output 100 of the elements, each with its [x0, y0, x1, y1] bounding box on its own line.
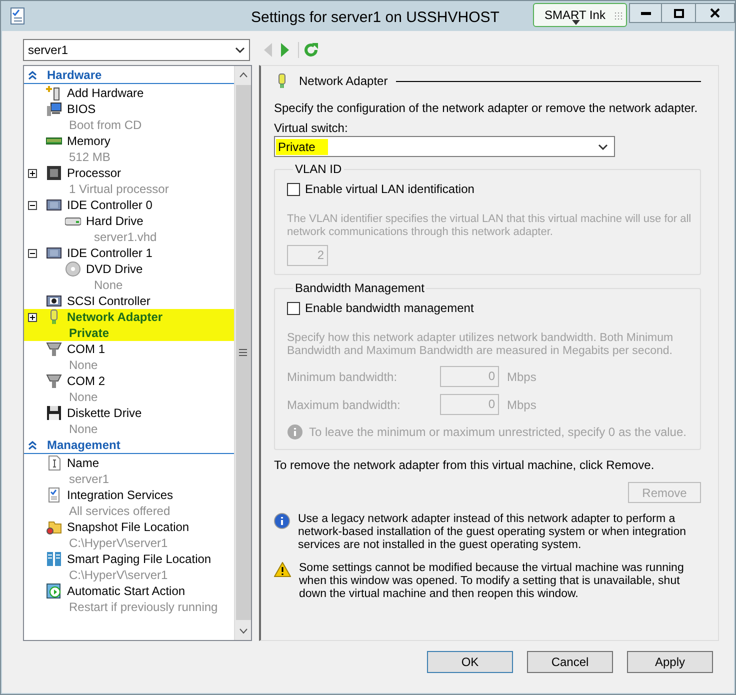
bandwidth-description: Specify how this network adapter utilizes network bandwidth. Both Minimum Bandwidth and Maximum Bandwidth are measured in Megabits per second. — [287, 332, 674, 358]
remove-text: To remove the network adapter from this virtual machine, click Remove. — [274, 457, 656, 474]
section-title: Hardware — [47, 67, 102, 84]
info-icon — [274, 513, 290, 529]
vlan-description: The VLAN identifier specifies the virtual LAN that this virtual machine will use for all network communications through this network adapter. — [287, 213, 692, 239]
tree-item[interactable]: Automatic Start Action Restart if previously running — [24, 583, 234, 615]
warning-icon — [274, 562, 291, 577]
tree-item[interactable]: SCSI Controller — [24, 293, 234, 309]
tree-item[interactable]: DVD Drive None — [24, 261, 234, 293]
item-label: Network Adapter — [67, 309, 163, 326]
section-title: Management — [47, 437, 120, 454]
item-label: COM 2 — [67, 373, 106, 390]
item-detail: Restart if previously running — [69, 599, 218, 616]
item-detail: 1 Virtual processor — [69, 181, 169, 198]
tree-item[interactable]: Smart Paging File Location C:\HyperV\server1 — [24, 551, 234, 583]
item-label: COM 1 — [67, 341, 106, 358]
close-button[interactable] — [695, 3, 735, 23]
tree-item[interactable]: BIOS Boot from CD — [24, 101, 234, 133]
item-detail: Boot from CD — [69, 117, 142, 134]
item-detail: None — [94, 277, 123, 294]
field-label: Minimum bandwidth: — [287, 368, 398, 386]
dialog-button[interactable]: Apply — [627, 651, 713, 673]
close-icon — [710, 8, 720, 18]
text-document-icon — [46, 455, 62, 471]
tree-item[interactable]: Network Adapter Private — [24, 309, 234, 341]
item-detail: None — [69, 357, 98, 374]
section-header[interactable]: Hardware — [24, 67, 234, 84]
chevron-down-icon — [235, 47, 245, 53]
dialog-button[interactable]: Cancel — [527, 651, 613, 673]
item-label: Smart Paging File Location — [67, 551, 212, 568]
item-label: Snapshot File Location — [67, 519, 190, 536]
chevron-down-icon — [598, 144, 608, 150]
unit-label: Mbps — [507, 368, 536, 386]
add-hardware-icon — [46, 85, 62, 101]
item-label: IDE Controller 0 — [67, 197, 152, 214]
tree-item[interactable]: IDE Controller 0 — [24, 197, 234, 213]
item-detail: C:\HyperV\server1 — [69, 535, 168, 552]
tree-item[interactable]: Hard Drive server1.vhd — [24, 213, 234, 245]
item-detail: C:\HyperV\server1 — [69, 567, 168, 584]
settings-window-icon — [9, 7, 27, 25]
intro-text: Specify the configuration of the network adapter or remove the network adapter. — [274, 101, 699, 116]
item-label: Hard Drive — [86, 213, 144, 230]
virtual-switch-select[interactable]: Private — [274, 136, 615, 157]
tree-item[interactable]: Memory 512 MB — [24, 133, 234, 165]
serial-port-icon — [46, 341, 62, 357]
minimize-button[interactable] — [629, 3, 662, 23]
item-label: Automatic Start Action — [67, 583, 186, 600]
vm-select[interactable]: server1 — [23, 39, 250, 61]
item-label: Integration Services — [67, 487, 174, 504]
window-title: Settings for server1 on USSHVHOST — [251, 8, 500, 28]
smart-ink-button[interactable]: SMART Ink — [533, 3, 627, 27]
expand-icon[interactable] — [28, 168, 37, 178]
item-detail: None — [69, 389, 98, 406]
collapse-chevrons-icon — [28, 440, 37, 450]
item-detail: None — [69, 421, 98, 438]
collapse-icon[interactable] — [28, 200, 37, 210]
forward-arrow-icon[interactable] — [281, 43, 289, 57]
play-icon — [46, 583, 62, 599]
tree-item[interactable]: Name server1 — [24, 455, 234, 487]
maximize-button[interactable] — [662, 3, 695, 23]
item-detail: server1 — [69, 471, 110, 488]
serial-port-icon — [46, 373, 62, 389]
tree-item[interactable]: Diskette Drive None — [24, 405, 234, 437]
message-text: Use a legacy network adapter instead of this network adapter to perform a network-based installation of the guest operating system or when integration services are not installed in the guest operating system. — [298, 513, 688, 552]
processor-chip-icon — [46, 165, 62, 181]
section-header[interactable]: Management — [24, 437, 234, 454]
group-title: Bandwidth Management — [294, 280, 426, 297]
scrollbar[interactable] — [234, 66, 251, 640]
tree-item[interactable]: COM 1 None — [24, 341, 234, 373]
tree-item[interactable]: Integration Services All services offered — [24, 487, 234, 519]
minimize-icon — [640, 12, 650, 14]
refresh-icon[interactable] — [298, 42, 319, 58]
item-label: Add Hardware — [67, 85, 144, 102]
select-value: server1 — [28, 42, 70, 59]
bandwidth-note: To leave the minimum or maximum unrestricted, specify 0 as the value. — [309, 424, 686, 441]
item-label: Memory — [67, 133, 110, 150]
controller-card-icon — [46, 293, 62, 309]
tree-item[interactable]: COM 2 None — [24, 373, 234, 405]
tree-item[interactable]: Snapshot File Location C:\HyperV\server1 — [24, 519, 234, 551]
item-label: DVD Drive — [86, 261, 143, 278]
tree-item[interactable]: IDE Controller 1 — [24, 245, 234, 261]
grip-icon — [239, 349, 247, 356]
grip-icon — [614, 12, 622, 20]
item-label: IDE Controller 1 — [67, 245, 152, 262]
section-heading: Network Adapter — [299, 73, 388, 90]
dialog-button[interactable]: OK — [427, 651, 513, 673]
tree-item[interactable]: Processor 1 Virtual processor — [24, 165, 234, 197]
checkbox-label: Enable virtual LAN identification — [305, 181, 474, 198]
item-detail: Private — [69, 325, 110, 342]
collapse-chevrons-icon — [28, 70, 37, 80]
field-label: Virtual switch: — [274, 121, 349, 136]
maximize-icon — [674, 8, 684, 18]
item-label: Diskette Drive — [67, 405, 142, 422]
checklist-icon — [46, 487, 62, 503]
unit-label: Mbps — [507, 396, 536, 414]
controller-card-icon — [46, 245, 62, 261]
collapse-icon[interactable] — [28, 248, 37, 258]
disc-icon — [65, 261, 81, 277]
tree-item[interactable]: Add Hardware — [24, 85, 234, 101]
expand-icon[interactable] — [28, 312, 37, 322]
